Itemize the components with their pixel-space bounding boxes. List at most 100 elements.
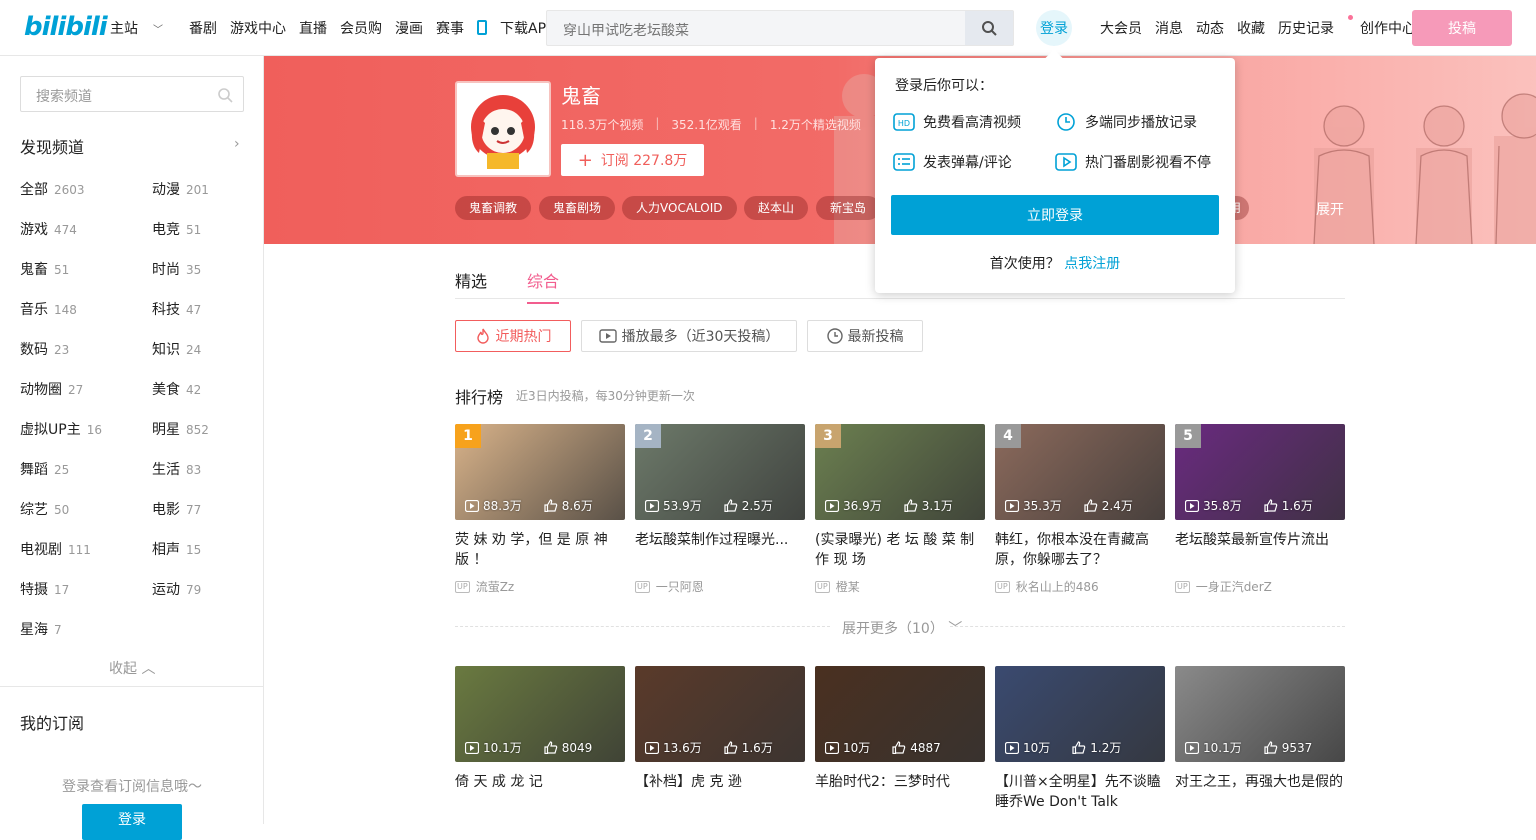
video-card[interactable]: 10.1万 9537 对王之王，再强大也是假的 — [1175, 666, 1345, 812]
view-count: 35.3万 — [1023, 499, 1062, 513]
nav-manga[interactable]: 漫画 — [395, 18, 423, 38]
video-thumbnail[interactable]: 10.1万 9537 — [1175, 666, 1345, 762]
nav-history[interactable]: 历史记录 — [1278, 15, 1353, 38]
category-item[interactable]: 知识 24 — [152, 339, 201, 359]
video-thumbnail[interactable]: 5 35.8万 1.6万 — [1175, 424, 1345, 520]
login-now-button[interactable]: 立即登录 — [891, 195, 1219, 235]
login-avatar-button[interactable]: 登录 — [1036, 10, 1072, 46]
category-item[interactable]: 美食 42 — [152, 379, 201, 399]
tag-chip[interactable]: 鬼畜剧场 — [539, 196, 616, 220]
play-count-icon — [465, 499, 479, 512]
uploader[interactable]: UP 秋名山上的486 — [995, 578, 1165, 595]
category-item[interactable]: 虚拟UP主 16 — [20, 419, 102, 439]
filter-recent-hot[interactable]: 近期热门 — [455, 320, 571, 352]
collapse-button[interactable]: 收起 ︿ — [109, 658, 155, 678]
category-item[interactable]: 音乐 148 — [20, 299, 77, 319]
nav-dynamics[interactable]: 动态 — [1196, 18, 1224, 38]
video-card[interactable]: 10万 1.2万【川普×全明星】先不谈瞌睡乔We Don't Talk About… — [995, 666, 1165, 812]
video-title[interactable]: 对王之王，再强大也是假的 — [1175, 772, 1345, 812]
uploader[interactable]: UP 流萤Zz — [455, 578, 625, 595]
category-item[interactable]: 生活 83 — [152, 459, 201, 479]
nav-vip[interactable]: 大会员 — [1100, 18, 1142, 38]
nav-favorites[interactable]: 收藏 — [1237, 18, 1265, 38]
category-item[interactable]: 电视剧 111 — [20, 539, 91, 559]
tag-chip[interactable]: 新宝岛 — [816, 196, 881, 220]
category-item[interactable]: 电竞 51 — [152, 219, 201, 239]
tag-chip[interactable]: 人力VOCALOID — [622, 196, 737, 220]
category-item[interactable]: 舞蹈 25 — [20, 459, 69, 479]
video-thumbnail[interactable]: 4 35.3万 2.4万 — [995, 424, 1165, 520]
video-title[interactable]: 【川普×全明星】先不谈瞌睡乔We Don't Talk About... — [995, 772, 1165, 812]
video-title[interactable]: 老坛酸菜制作过程曝光... — [635, 530, 805, 570]
expand-tags-button[interactable]: 展开 — [1316, 199, 1344, 219]
show-more-button[interactable]: 展开更多（10） ﹀ — [842, 618, 962, 638]
discover-channels-heading[interactable]: 发现频道 — [20, 134, 84, 158]
video-title[interactable]: (实录曝光) 老 坛 酸 菜 制 作 现 场 — [815, 530, 985, 570]
category-item[interactable]: 运动 79 — [152, 579, 201, 599]
subscribe-button[interactable]: + 订阅 227.8万 — [561, 144, 704, 176]
search-input[interactable]: 穿山甲试吃老坛酸菜 — [563, 20, 689, 40]
category-item[interactable]: 鬼畜 51 — [20, 259, 69, 279]
video-card[interactable]: 10.1万 8049 倚 天 成 龙 记 — [455, 666, 625, 812]
uploader[interactable]: UP 橙某 — [815, 578, 985, 595]
video-card[interactable]: 4 35.3万 2.4万韩红，你根本没在青藏高原，你躲哪去了？ UP 秋名山上的486 — [995, 424, 1165, 595]
register-link[interactable]: 点我注册 — [1064, 256, 1120, 272]
sidebar-login-button[interactable]: 登录 — [82, 804, 182, 840]
video-thumbnail[interactable]: 10万 4887 — [815, 666, 985, 762]
category-name: 运动 — [152, 582, 180, 598]
video-card[interactable]: 2 53.9万 2.5万老坛酸菜制作过程曝光... UP 一只阿恩 — [635, 424, 805, 595]
nav-creator-center[interactable]: 创作中心 — [1360, 18, 1416, 38]
video-thumbnail[interactable]: 10.1万 8049 — [455, 666, 625, 762]
nav-anime[interactable]: 番剧 — [189, 18, 217, 38]
category-item[interactable]: 星海 7 — [20, 619, 62, 639]
video-card[interactable]: 1 88.3万 8.6万荧 妹 劝 学，但 是 原 神 版 ！ UP 流萤Zz — [455, 424, 625, 595]
video-card[interactable]: 5 35.8万 1.6万老坛酸菜最新宣传片流出 UP 一身正汽derZ — [1175, 424, 1345, 595]
filter-latest[interactable]: 最新投稿 — [807, 320, 923, 352]
video-thumbnail[interactable]: 3 36.9万 3.1万 — [815, 424, 985, 520]
post-button[interactable]: 投稿 — [1412, 10, 1512, 46]
category-item[interactable]: 特摄 17 — [20, 579, 69, 599]
channel-search-input[interactable]: 搜索频道 — [36, 86, 92, 106]
chevron-right-icon[interactable]: › — [234, 136, 240, 152]
video-thumbnail[interactable]: 10万 1.2万 — [995, 666, 1165, 762]
video-title[interactable]: 倚 天 成 龙 记 — [455, 772, 625, 812]
video-thumbnail[interactable]: 1 88.3万 8.6万 — [455, 424, 625, 520]
video-title[interactable]: 羊胎时代2：三梦时代 — [815, 772, 985, 812]
category-item[interactable]: 相声 15 — [152, 539, 201, 559]
video-thumbnail[interactable]: 13.6万 1.6万 — [635, 666, 805, 762]
category-item[interactable]: 时尚 35 — [152, 259, 201, 279]
channel-search[interactable]: 搜索频道 — [20, 76, 244, 112]
video-title[interactable]: 【补档】虎 克 逊 — [635, 772, 805, 812]
nav-esports[interactable]: 赛事 — [436, 18, 464, 38]
video-card[interactable]: 10万 4887 羊胎时代2：三梦时代 — [815, 666, 985, 812]
category-item[interactable]: 全部 2603 — [20, 179, 85, 199]
nav-main-site[interactable]: 主站 ﹀ — [110, 18, 176, 38]
filter-most-played[interactable]: 播放最多（近30天投稿） — [581, 320, 797, 352]
video-title[interactable]: 韩红，你根本没在青藏高原，你躲哪去了？ — [995, 530, 1165, 570]
uploader[interactable]: UP 一身正汽derZ — [1175, 578, 1345, 595]
tag-chip[interactable]: 赵本山 — [744, 196, 809, 220]
nav-game-center[interactable]: 游戏中心 — [230, 18, 286, 38]
tag-chip[interactable]: 鬼畜调教 — [455, 196, 532, 220]
video-card[interactable]: 3 36.9万 3.1万 (实录曝光) 老 坛 酸 菜 制 作 现 场 UP 橙某 — [815, 424, 985, 595]
uploader[interactable]: UP 一只阿恩 — [635, 578, 805, 595]
search-button[interactable] — [965, 11, 1013, 45]
category-item[interactable]: 电影 77 — [152, 499, 201, 519]
bilibili-logo[interactable]: bilibili — [24, 12, 108, 42]
clock-icon — [826, 328, 843, 344]
nav-live[interactable]: 直播 — [299, 18, 327, 38]
nav-messages[interactable]: 消息 — [1155, 18, 1183, 38]
category-item[interactable]: 动漫 201 — [152, 179, 209, 199]
category-item[interactable]: 游戏 474 — [20, 219, 77, 239]
video-title[interactable]: 荧 妹 劝 学，但 是 原 神 版 ！ — [455, 530, 625, 570]
video-thumbnail[interactable]: 2 53.9万 2.5万 — [635, 424, 805, 520]
video-title[interactable]: 老坛酸菜最新宣传片流出 — [1175, 530, 1345, 570]
nav-shop[interactable]: 会员购 — [340, 18, 382, 38]
category-item[interactable]: 综艺 50 — [20, 499, 69, 519]
view-count: 13.6万 — [663, 741, 702, 755]
category-item[interactable]: 动物圈 27 — [20, 379, 83, 399]
category-item[interactable]: 明星 852 — [152, 419, 209, 439]
category-item[interactable]: 科技 47 — [152, 299, 201, 319]
category-item[interactable]: 数码 23 — [20, 339, 69, 359]
video-card[interactable]: 13.6万 1.6万【补档】虎 克 逊 — [635, 666, 805, 812]
